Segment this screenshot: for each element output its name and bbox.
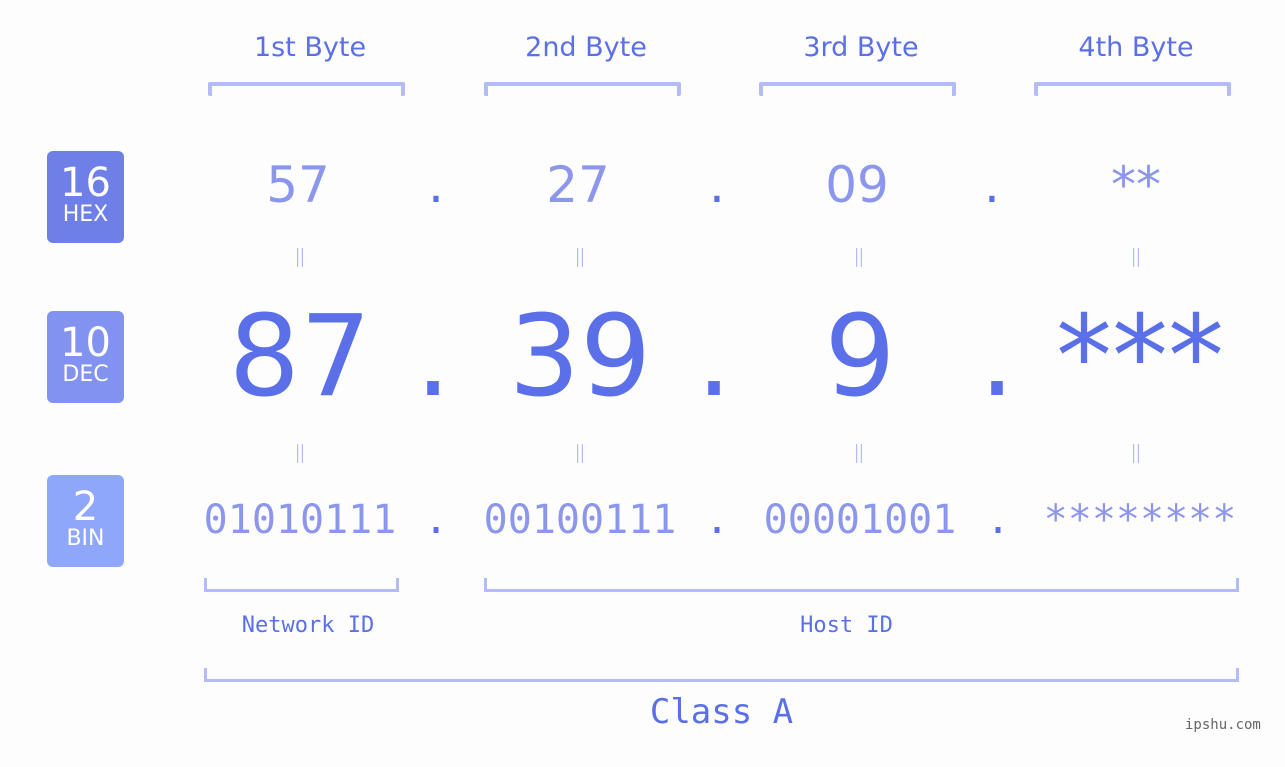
network-id-bracket <box>204 578 399 592</box>
hex-separator-2: . <box>709 156 725 214</box>
byte-header-2: 2nd Byte <box>525 32 647 63</box>
dec-byte-3: 9 <box>824 292 896 422</box>
dec-badge: 10 DEC <box>47 311 124 403</box>
hex-separator-3: . <box>984 156 1000 214</box>
byte-header-4: 4th Byte <box>1078 32 1194 63</box>
watermark: ipshu.com <box>1185 717 1261 733</box>
byte-bracket-1 <box>208 82 405 96</box>
dec-badge-number: 10 <box>60 320 111 366</box>
byte-header-1: 1st Byte <box>253 32 367 63</box>
byte-bracket-3 <box>759 82 956 96</box>
dec-byte-4: *** <box>1056 292 1224 422</box>
dec-separator-2: . <box>696 292 732 422</box>
host-id-bracket <box>484 578 1239 592</box>
hex-byte-2: 27 <box>546 156 610 214</box>
hex-byte-4: ** <box>1111 156 1161 214</box>
hex-byte-1: 57 <box>266 156 330 214</box>
hex-badge-number: 16 <box>60 160 111 206</box>
bin-byte-3: 00001001 <box>763 497 957 543</box>
bin-byte-4: ******** <box>1043 497 1237 543</box>
network-id-label: Network ID <box>241 613 375 638</box>
hex-separator-1: . <box>428 156 444 214</box>
dec-byte-1: 87 <box>228 292 372 422</box>
dec-byte-2: 39 <box>508 292 652 422</box>
bin-byte-1: 01010111 <box>203 497 397 543</box>
hex-byte-3: 09 <box>825 156 889 214</box>
dec-separator-3: . <box>979 292 1015 422</box>
bin-badge-label: BIN <box>66 526 105 551</box>
equals-sign: = <box>841 440 877 467</box>
bin-badge: 2 BIN <box>47 475 124 567</box>
class-label: Class A <box>649 692 794 732</box>
dec-separator-1: . <box>415 292 451 422</box>
equals-sign: = <box>1118 440 1154 467</box>
byte-bracket-2 <box>484 82 681 96</box>
dec-badge-label: DEC <box>62 362 109 387</box>
bin-separator-1: . <box>423 497 449 543</box>
byte-bracket-4 <box>1034 82 1231 96</box>
equals-sign: = <box>282 440 318 467</box>
equals-sign: = <box>562 440 598 467</box>
equals-sign: = <box>562 244 598 271</box>
equals-sign: = <box>1118 244 1154 271</box>
byte-header-3: 3rd Byte <box>803 32 919 63</box>
class-bracket <box>204 668 1239 682</box>
bin-separator-3: . <box>985 497 1011 543</box>
bin-separator-2: . <box>704 497 730 543</box>
bin-byte-2: 00100111 <box>483 497 677 543</box>
hex-badge-label: HEX <box>62 202 109 227</box>
equals-sign: = <box>282 244 318 271</box>
host-id-label: Host ID <box>800 613 893 638</box>
equals-sign: = <box>841 244 877 271</box>
bin-badge-number: 2 <box>72 484 99 530</box>
hex-badge: 16 HEX <box>47 151 124 243</box>
